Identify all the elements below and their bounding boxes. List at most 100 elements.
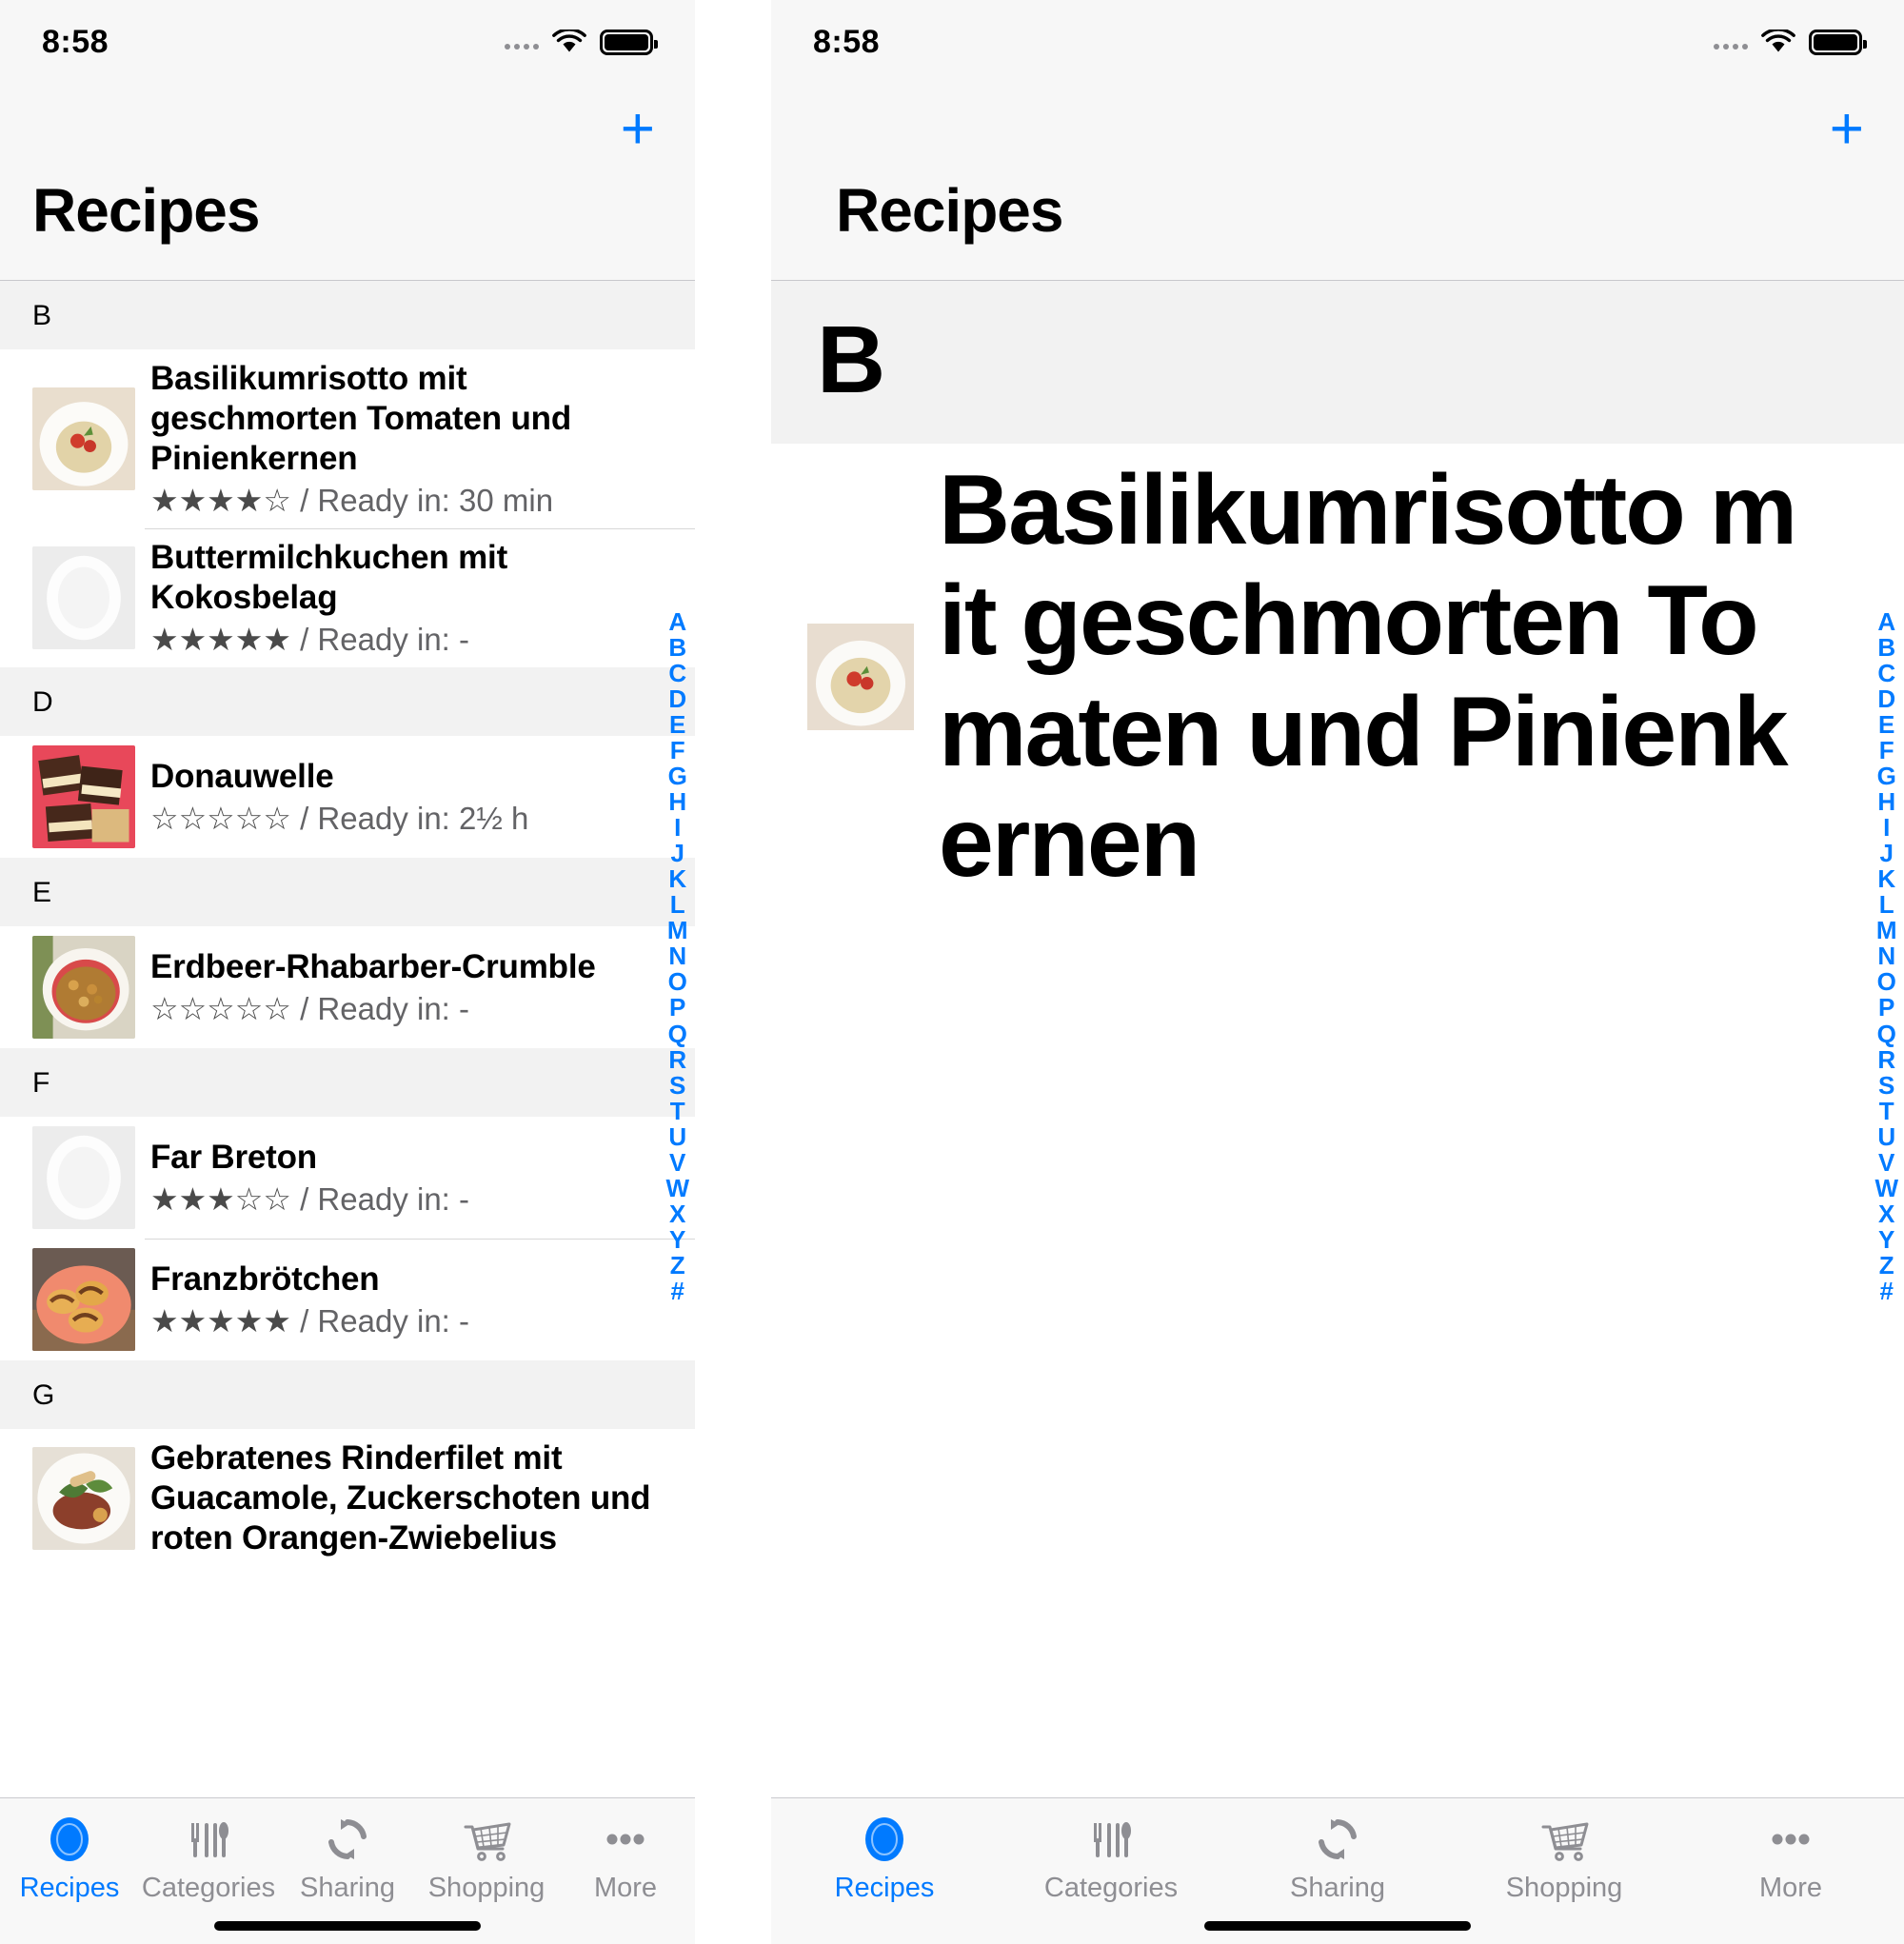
battery-icon	[600, 29, 658, 55]
list-item[interactable]: Donauwelle ☆☆☆☆☆ / Ready in: 2½ h	[0, 735, 695, 858]
index-letter-g[interactable]: G	[1877, 764, 1896, 789]
nav-bar-actions: +	[803, 84, 1872, 175]
recipe-row-body: Buttermilchkuchen mit Kokosbelag ★★★★★ / …	[150, 538, 663, 658]
index-letter-t[interactable]: T	[670, 1098, 685, 1124]
index-letter-c[interactable]: C	[1877, 661, 1895, 686]
tab-categories[interactable]: Categories	[998, 1798, 1224, 1908]
index-letter-b[interactable]: B	[668, 634, 686, 661]
index-letter-m[interactable]: M	[1876, 918, 1897, 943]
list-item[interactable]: Franzbrötchen ★★★★★ / Ready in: -	[0, 1238, 695, 1360]
list-item[interactable]: Far Breton ★★★☆☆ / Ready in: -	[0, 1116, 695, 1239]
nav-bar-actions: +	[32, 84, 663, 175]
index-letter-e[interactable]: E	[669, 712, 685, 738]
index-letter-p[interactable]: P	[1878, 995, 1894, 1021]
list-item[interactable]: Buttermilchkuchen mit Kokosbelag ★★★★★ / …	[0, 527, 695, 667]
recipe-meta: ★★★☆☆ / Ready in: -	[150, 1181, 663, 1218]
list-item[interactable]: Basilikumrisotto mit geschmorten Tomaten…	[771, 444, 1904, 910]
recipe-list[interactable]: B Basilikumrisotto mit geschmorten Tomat…	[771, 281, 1904, 910]
index-letter-y[interactable]: Y	[669, 1226, 685, 1253]
index-letter-y[interactable]: Y	[1878, 1226, 1894, 1253]
index-letter-g[interactable]: G	[668, 764, 687, 789]
index-letter-s[interactable]: S	[669, 1072, 685, 1099]
add-recipe-button[interactable]: +	[1822, 100, 1872, 159]
index-letter-i[interactable]: I	[1883, 815, 1890, 841]
index-letter-r[interactable]: R	[1877, 1046, 1895, 1073]
tab-categories[interactable]: Categories	[139, 1798, 278, 1908]
index-letter-s[interactable]: S	[1878, 1072, 1894, 1099]
shopping-cart-icon	[460, 1812, 513, 1867]
index-letter-t[interactable]: T	[1879, 1098, 1894, 1124]
tab-recipes[interactable]: Recipes	[771, 1798, 998, 1908]
index-letter-z[interactable]: Z	[1879, 1252, 1894, 1279]
index-letter-u[interactable]: U	[1877, 1123, 1895, 1150]
section-header-g: G	[0, 1359, 695, 1429]
index-letter-i[interactable]: I	[674, 815, 681, 841]
index-letter-q[interactable]: Q	[1877, 1021, 1896, 1047]
list-item[interactable]: Gebratenes Rinderfilet mit Guacamole, Zu…	[0, 1428, 695, 1568]
index-letter-w[interactable]: W	[1874, 1175, 1898, 1201]
add-recipe-button[interactable]: +	[613, 100, 663, 159]
index-letter-m[interactable]: M	[667, 918, 688, 943]
index-letter-u[interactable]: U	[668, 1123, 686, 1150]
index-letter-q[interactable]: Q	[668, 1021, 687, 1047]
index-letter-c[interactable]: C	[668, 661, 686, 686]
sync-arrows-icon	[322, 1812, 373, 1867]
index-letter-z[interactable]: Z	[670, 1252, 685, 1279]
index-letter-j[interactable]: J	[670, 841, 684, 866]
index-letter-e[interactable]: E	[1878, 712, 1894, 738]
tab-sharing[interactable]: Sharing	[278, 1798, 417, 1908]
recipe-list[interactable]: B Basilikumrisotto mit geschmorten Tomat…	[0, 281, 695, 1568]
index-letter-h[interactable]: H	[668, 789, 686, 815]
recipe-meta: ☆☆☆☆☆ / Ready in: 2½ h	[150, 801, 663, 837]
rating-stars: ★★★★★	[150, 621, 291, 657]
index-letter-o[interactable]: O	[1877, 969, 1896, 995]
tab-label: Recipes	[19, 1873, 120, 1903]
recipe-title: Gebratenes Rinderfilet mit Guacamole, Zu…	[150, 1438, 651, 1557]
index-letter-l[interactable]: L	[1879, 892, 1894, 918]
index-letter-l[interactable]: L	[670, 892, 685, 918]
rating-stars: ☆☆☆☆☆	[150, 800, 291, 836]
cellular-signal-icon	[505, 34, 539, 50]
section-index-bar[interactable]: A B C D E F G H I J K L M N O P Q R S T U V W X Y Z #	[1874, 608, 1898, 1304]
index-letter-k[interactable]: K	[1877, 866, 1895, 892]
index-letter-v[interactable]: V	[669, 1149, 685, 1176]
index-letter-a[interactable]: A	[1877, 608, 1895, 635]
index-letter-hash[interactable]: #	[1879, 1278, 1893, 1304]
index-letter-v[interactable]: V	[1878, 1149, 1894, 1176]
index-letter-a[interactable]: A	[668, 608, 686, 635]
index-letter-f[interactable]: F	[670, 738, 685, 764]
index-letter-j[interactable]: J	[1879, 841, 1893, 866]
list-item[interactable]: Basilikumrisotto mit geschmorten Tomaten…	[0, 349, 695, 528]
index-letter-k[interactable]: K	[668, 866, 686, 892]
screen-gutter	[695, 0, 771, 1944]
recipe-thumbnail	[32, 546, 135, 649]
tab-shopping[interactable]: Shopping	[1451, 1798, 1677, 1908]
rating-stars: ★★★★☆	[150, 483, 291, 518]
index-letter-p[interactable]: P	[669, 995, 685, 1021]
tab-shopping[interactable]: Shopping	[417, 1798, 556, 1908]
index-letter-w[interactable]: W	[665, 1175, 689, 1201]
tab-recipes[interactable]: Recipes	[0, 1798, 139, 1908]
index-letter-x[interactable]: X	[669, 1200, 685, 1227]
recipe-meta: ★★★★★ / Ready in: -	[150, 1303, 663, 1339]
phone-screen-large-text: 8:58 + Recipes B Basilikumrisotto mit ge…	[771, 0, 1904, 1944]
index-letter-n[interactable]: N	[668, 943, 686, 969]
ellipsis-icon	[1765, 1812, 1816, 1867]
index-letter-h[interactable]: H	[1877, 789, 1895, 815]
index-letter-x[interactable]: X	[1878, 1200, 1894, 1227]
recipe-thumbnail	[32, 744, 135, 848]
list-item[interactable]: Erdbeer-Rhabarber-Crumble ☆☆☆☆☆ / Ready i…	[0, 925, 695, 1048]
index-letter-r[interactable]: R	[668, 1046, 686, 1073]
index-letter-n[interactable]: N	[1877, 943, 1895, 969]
index-letter-f[interactable]: F	[1879, 738, 1894, 764]
tab-more[interactable]: More	[556, 1798, 695, 1908]
index-letter-d[interactable]: D	[668, 686, 686, 712]
section-index-bar[interactable]: A B C D E F G H I J K L M N O P Q R S T U V W X Y Z #	[665, 608, 689, 1304]
index-letter-d[interactable]: D	[1877, 686, 1895, 712]
tab-sharing[interactable]: Sharing	[1224, 1798, 1451, 1908]
index-letter-o[interactable]: O	[668, 969, 687, 995]
tab-more[interactable]: More	[1677, 1798, 1904, 1908]
index-letter-hash[interactable]: #	[670, 1278, 684, 1304]
recipe-meta: ☆☆☆☆☆ / Ready in: -	[150, 991, 663, 1027]
index-letter-b[interactable]: B	[1877, 634, 1895, 661]
